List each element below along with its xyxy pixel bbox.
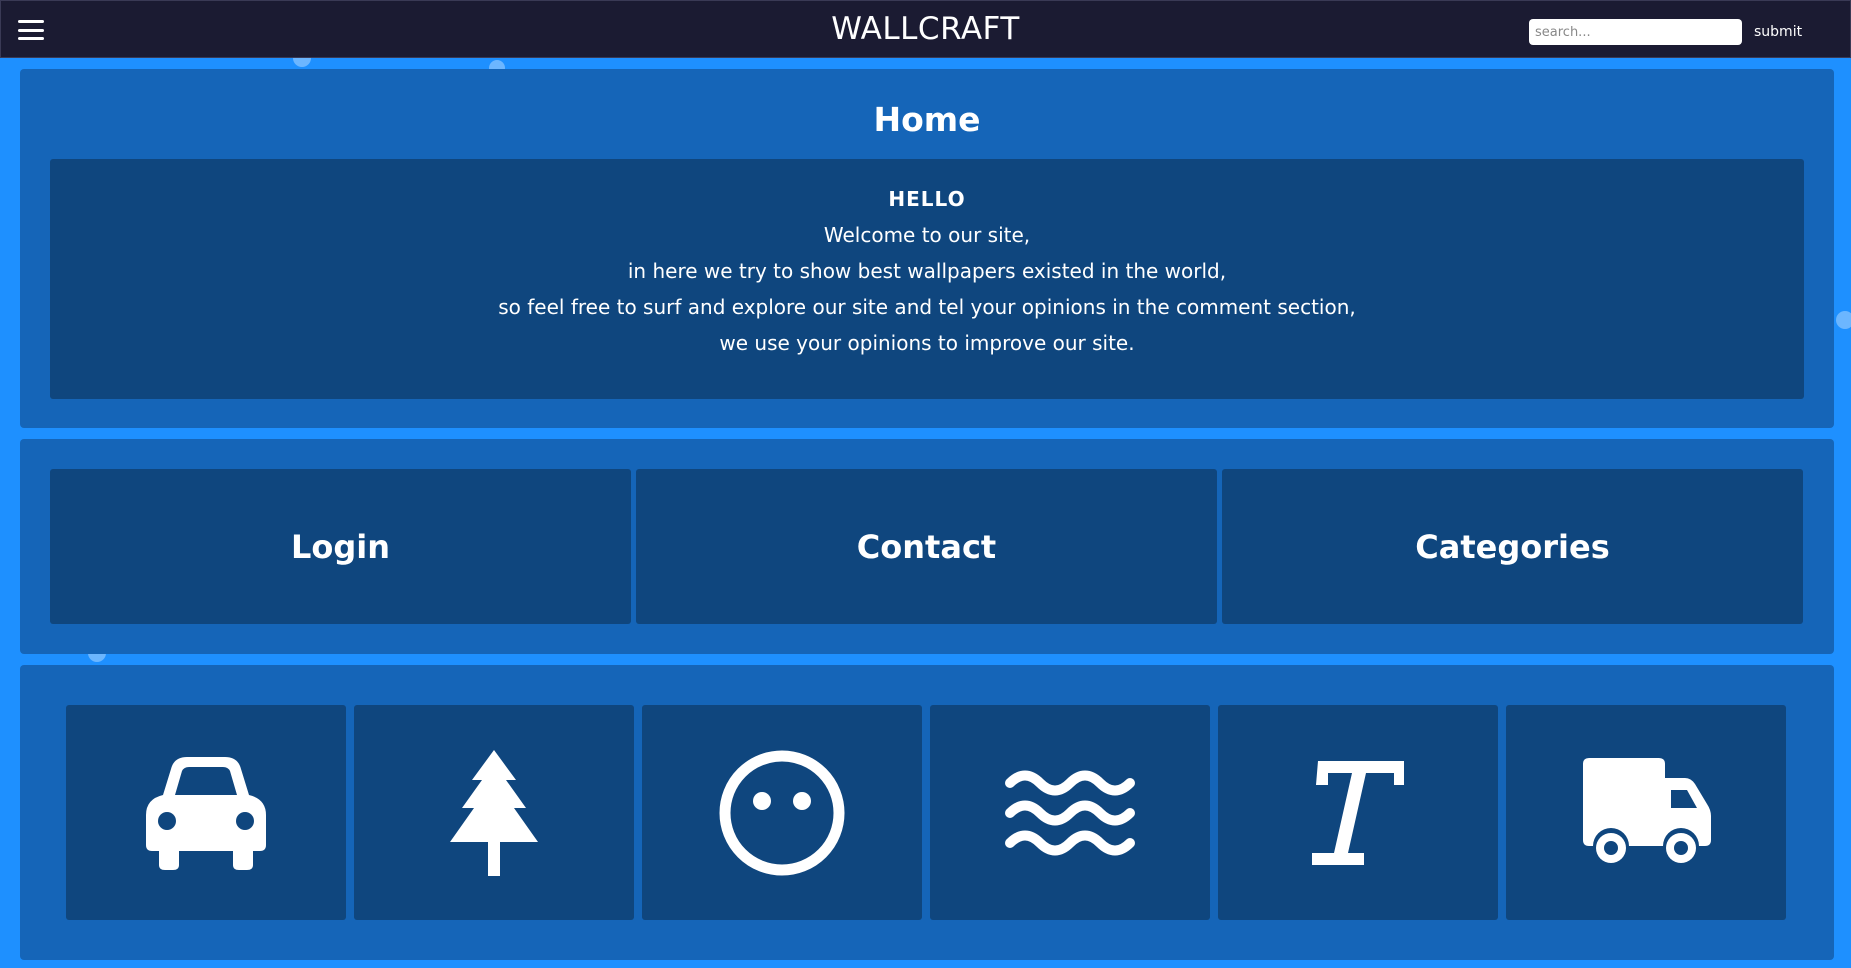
contact-link[interactable]: Contact — [636, 469, 1217, 624]
welcome-line: Welcome to our site, — [823, 223, 1031, 247]
face-icon — [719, 750, 845, 875]
links-panel: Login Contact Categories — [20, 439, 1834, 654]
car-icon — [146, 757, 266, 870]
welcome-line: we use your opinions to improve our site… — [719, 331, 1135, 355]
hamburger-menu-icon[interactable] — [18, 20, 44, 40]
welcome-box: HELLO Welcome to our site, in here we tr… — [50, 159, 1804, 399]
category-card-face[interactable] — [642, 705, 922, 920]
top-navbar: WALLCRAFT submit — [0, 0, 1851, 58]
category-card-water[interactable] — [930, 705, 1210, 920]
category-card-text[interactable] — [1218, 705, 1498, 920]
submit-button[interactable]: submit — [1754, 19, 1802, 45]
home-panel: Home HELLO Welcome to our site, in here … — [20, 69, 1834, 428]
categories-link[interactable]: Categories — [1222, 469, 1803, 624]
login-link[interactable]: Login — [50, 469, 631, 624]
search-input[interactable] — [1529, 19, 1742, 45]
truck-icon — [1583, 757, 1711, 863]
welcome-line: so feel free to surf and explore our sit… — [498, 295, 1356, 319]
category-card-truck[interactable] — [1506, 705, 1786, 920]
water-icon — [1005, 770, 1135, 855]
category-card-tree[interactable] — [354, 705, 634, 920]
tree-icon — [450, 749, 538, 876]
greeting: HELLO — [888, 187, 966, 211]
text-icon — [1312, 760, 1404, 865]
page-title: Home — [873, 100, 981, 139]
category-card-car[interactable] — [66, 705, 346, 920]
welcome-line: in here we try to show best wallpapers e… — [627, 259, 1227, 283]
category-icons-panel — [20, 665, 1834, 960]
